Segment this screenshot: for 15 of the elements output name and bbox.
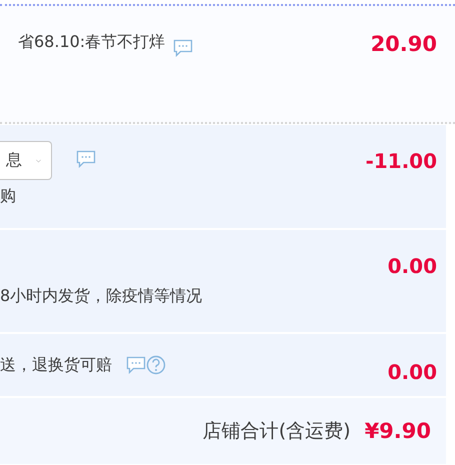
service-amount: 0.00	[388, 360, 437, 384]
shop-total-label: 店铺合计(含运费)	[202, 419, 351, 444]
shipping-note: 8小时内发货，除疫情等情况	[0, 286, 204, 307]
shipping-amount: 0.00	[388, 254, 437, 278]
discount-amount: -11.00	[365, 149, 437, 173]
service-text: 送，退换货可赔	[0, 354, 112, 376]
shop-total-amount: ¥9.90	[364, 419, 431, 443]
promotion-text: 省68.10:春节不打烊	[18, 32, 166, 53]
help-icon[interactable]	[146, 355, 166, 375]
comment-icon[interactable]	[126, 356, 146, 374]
promotion-note: 购	[0, 186, 17, 207]
option-dropdown[interactable]: 息	[0, 141, 52, 180]
comment-icon[interactable]	[76, 150, 96, 168]
promotion-amount: 20.90	[370, 32, 437, 56]
comment-icon[interactable]	[173, 39, 194, 57]
